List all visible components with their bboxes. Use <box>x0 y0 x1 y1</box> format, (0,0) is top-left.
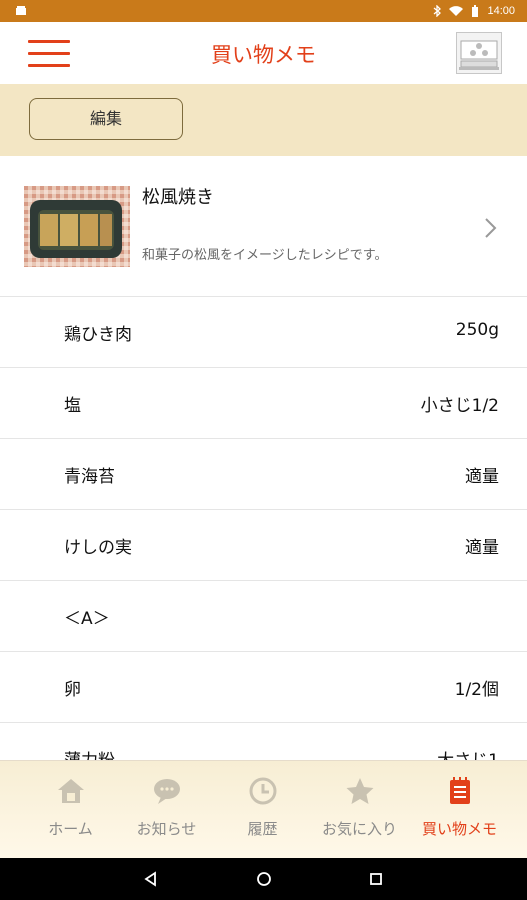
ingredient-row[interactable]: 青海苔 適量 <box>0 439 527 510</box>
ingredient-name: 鶏ひき肉 <box>64 325 132 345</box>
recipe-photo <box>24 186 130 267</box>
chevron-right-icon <box>485 218 497 238</box>
back-icon[interactable] <box>140 868 162 890</box>
ingredient-amount: 小さじ1/2 <box>420 396 499 416</box>
notification-icon <box>16 6 26 15</box>
home-icon <box>58 779 84 803</box>
nav-news-label: お知らせ <box>136 820 197 838</box>
recipe-card[interactable]: 松風焼き 和菓子の松風をイメージしたレシピです。 <box>0 156 527 297</box>
star-icon <box>346 778 374 804</box>
ingredient-name: 塩 <box>64 396 81 416</box>
ingredient-amount: 1/2個 <box>454 680 499 700</box>
ingredient-row[interactable]: けしの実 適量 <box>0 510 527 581</box>
ingredient-row[interactable]: 卵 1/2個 <box>0 652 527 723</box>
edit-button[interactable]: 編集 <box>29 98 183 140</box>
chat-bubble-icon <box>154 779 180 804</box>
status-left <box>14 5 28 17</box>
app-logo-button[interactable] <box>456 32 502 74</box>
ingredient-name: けしの実 <box>64 538 132 558</box>
memo-icon <box>450 777 470 804</box>
battery-icon <box>472 5 479 17</box>
recents-icon[interactable] <box>365 868 387 890</box>
ingredient-row[interactable]: 塩 小さじ1/2 <box>0 368 527 439</box>
status-time: 14:00 <box>487 5 515 17</box>
ingredient-group-header: ＜A＞ <box>0 581 527 652</box>
clock-icon <box>249 777 277 805</box>
nav-shopping-memo[interactable]: 買い物メモ <box>407 761 512 859</box>
home-circle-icon[interactable] <box>253 868 275 890</box>
nav-news[interactable]: お知らせ <box>114 761 219 859</box>
nav-favorites[interactable]: お気に入り <box>307 761 412 859</box>
nav-favorites-label: お気に入り <box>321 820 397 838</box>
status-right: 14:00 <box>433 5 515 17</box>
ingredient-list: 鶏ひき肉 250g 塩 小さじ1/2 青海苔 適量 けしの実 適量 ＜A＞ 卵 … <box>0 297 527 794</box>
ingredient-row[interactable]: 鶏ひき肉 250g <box>0 297 527 368</box>
ingredient-amount: 適量 <box>465 467 499 487</box>
recipe-thumbnail <box>24 186 130 267</box>
ingredient-amount: 250g <box>455 320 499 340</box>
edit-bar: 編集 <box>0 84 527 156</box>
status-bar: 14:00 <box>0 0 527 22</box>
recipe-description: 和菓子の松風をイメージしたレシピです。 <box>142 248 388 263</box>
recipe-title: 松風焼き <box>142 187 214 208</box>
nav-history[interactable]: 履歴 <box>210 761 315 859</box>
bottom-nav: ホーム お知らせ 履歴 お気に入り 買い物メモ <box>0 760 527 859</box>
bluetooth-icon <box>434 5 442 17</box>
ingredient-name: 青海苔 <box>64 467 115 487</box>
page-title: 買い物メモ <box>211 43 316 67</box>
logo-icon <box>459 40 499 70</box>
ingredient-group-label: ＜A＞ <box>64 609 110 629</box>
nav-home-label: ホーム <box>48 820 93 838</box>
ingredient-amount: 適量 <box>465 538 499 558</box>
nav-history-label: 履歴 <box>247 820 278 838</box>
app-header: 買い物メモ <box>0 22 527 85</box>
system-nav-bar <box>0 858 527 900</box>
wifi-icon <box>449 5 464 16</box>
nav-home[interactable]: ホーム <box>18 761 123 859</box>
nav-shopping-memo-label: 買い物メモ <box>421 820 497 838</box>
ingredient-name: 卵 <box>64 680 81 700</box>
